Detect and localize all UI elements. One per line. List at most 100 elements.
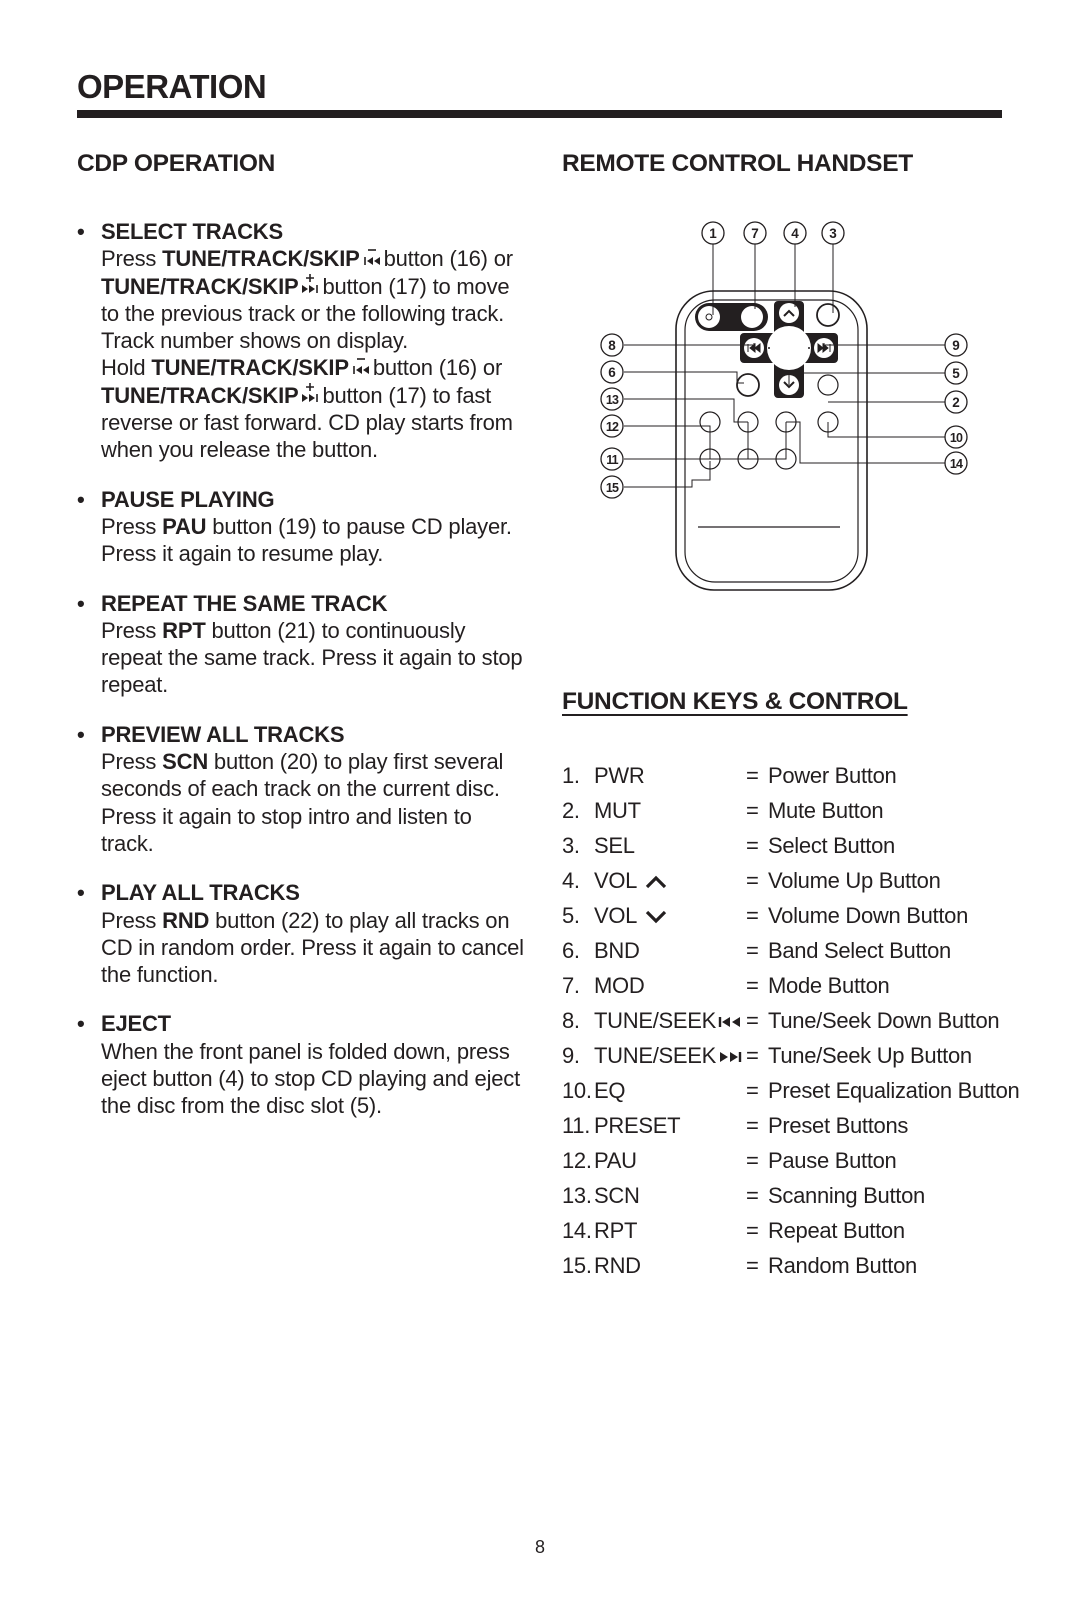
function-key-description: Volume Down Button xyxy=(768,902,969,928)
text-run: Press xyxy=(101,617,163,643)
cdp-item-text: Press TUNE/TRACK/SKIP button (16) or TUNE… xyxy=(101,245,527,354)
function-key-description: Preset Equalization Button xyxy=(768,1077,1020,1103)
callout-label: 3 xyxy=(829,226,837,241)
function-key-number: 2. xyxy=(562,797,580,823)
skip-back-minus-icon xyxy=(363,249,380,266)
mut-button xyxy=(817,374,839,396)
equals-sign: = xyxy=(746,1252,759,1278)
equals-sign: = xyxy=(746,1147,759,1173)
equals-sign: = xyxy=(746,1182,759,1208)
skip-back-icon xyxy=(718,1016,740,1027)
text-run: Press xyxy=(101,749,163,775)
cdp-item-heading: EJECT xyxy=(101,1011,171,1037)
callout-label: 13 xyxy=(606,393,619,407)
function-key-description: Mode Button xyxy=(768,972,890,998)
chevron-down-icon xyxy=(645,910,667,923)
dpad-center xyxy=(767,326,811,370)
equals-sign: = xyxy=(746,1112,759,1138)
function-key-code: MOD xyxy=(594,972,645,998)
function-key-description: Random Button xyxy=(768,1252,917,1278)
function-key-number: 4. xyxy=(562,867,580,893)
callout-label: 8 xyxy=(608,338,616,353)
cdp-operation-list: • SELECT TRACKS Press TUNE/TRACK/SKIP butto… xyxy=(77,218,527,1142)
equals-sign: = xyxy=(746,867,759,893)
function-key-number: 10. xyxy=(562,1077,592,1103)
function-key-number: 12. xyxy=(562,1147,592,1173)
function-key-description: Tune/Seek Up Button xyxy=(768,1042,972,1068)
callout-label: 11 xyxy=(606,453,618,467)
function-key-row: 2. MUT = Mute Button xyxy=(562,793,1042,828)
callout-13: 13 xyxy=(600,387,624,411)
bullet-icon: • xyxy=(77,1011,85,1037)
callout-14: 14 xyxy=(944,451,968,475)
function-key-row: 7. MOD = Mode Button xyxy=(562,968,1042,1003)
function-key-row: 4. VOL = Volume Up Button xyxy=(562,863,1042,898)
function-key-number: 8. xyxy=(562,1007,580,1033)
bullet-icon: • xyxy=(77,219,85,244)
function-key-row: 9. TUNE/SEEK = Tune/Seek Up Button xyxy=(562,1038,1042,1073)
function-key-row: 1. PWR = Power Button xyxy=(562,758,1042,793)
function-keys-title: FUNCTION KEYS & CONTROL xyxy=(562,688,908,715)
bnd-button xyxy=(736,373,760,397)
cdp-item: • PLAY ALL TRACKS Press RND button (22) to… xyxy=(77,879,527,988)
cdp-item-heading: PREVIEW ALL TRACKS xyxy=(101,721,345,747)
function-key-row: 13. SCN = Scanning Button xyxy=(562,1178,1042,1213)
cdp-item-text: Press PAU button (19) to pause CD player… xyxy=(101,513,527,568)
function-key-code: TUNE/SEEK xyxy=(594,1042,716,1068)
function-key-code: EQ xyxy=(594,1077,626,1103)
equals-sign: = xyxy=(746,1217,759,1243)
function-key-number: 11. xyxy=(562,1112,591,1138)
callout-label: 12 xyxy=(606,420,619,434)
bold-term: SCN xyxy=(162,749,209,775)
equals-sign: = xyxy=(746,762,759,788)
bullet-icon: • xyxy=(77,880,85,906)
function-key-description: Power Button xyxy=(768,762,897,788)
cdp-item: • EJECT When the front panel is folded dow… xyxy=(77,1010,527,1119)
function-keys-table: 1. PWR = Power Button 2. MUT = Mute Button 3. SEL… xyxy=(562,758,1042,1283)
function-key-code: SCN xyxy=(594,1182,640,1208)
callout-label: 1 xyxy=(709,226,717,241)
text-run: Press xyxy=(101,513,163,539)
text-run: Press xyxy=(101,907,163,933)
bold-term: TUNE/TRACK/SKIP xyxy=(151,355,349,381)
callout-label: 2 xyxy=(952,395,960,410)
callout-15: 15 xyxy=(600,475,624,499)
cdp-item-text: Press SCN button (20) to play first seve… xyxy=(101,748,527,803)
callout-9: 9 xyxy=(944,333,968,357)
function-key-code: MUT xyxy=(594,797,641,823)
function-key-description: Band Select Button xyxy=(768,937,951,963)
cdp-item-text: Press it again to stop intro and listen … xyxy=(101,803,527,858)
callout-label: 10 xyxy=(950,431,963,445)
function-key-row: 11. PRESET = Preset Buttons xyxy=(562,1108,1042,1143)
title-rule xyxy=(77,110,1002,118)
function-key-code: PAU xyxy=(594,1147,637,1173)
callout-1: 1 xyxy=(701,221,725,245)
callout-6: 6 xyxy=(600,360,624,384)
function-key-description: Tune/Seek Down Button xyxy=(768,1007,1000,1033)
callout-label: 9 xyxy=(952,338,960,353)
function-key-description: Select Button xyxy=(768,832,895,858)
cdp-item-heading: PAUSE PLAYING xyxy=(101,486,275,512)
function-key-description: Scanning Button xyxy=(768,1182,925,1208)
skip-forward-plus-icon xyxy=(302,273,319,293)
cdp-item-text: Hold TUNE/TRACK/SKIP button (16) or TUNE/… xyxy=(101,354,527,463)
dpad-dot-right xyxy=(808,347,810,349)
function-key-row: 14. RPT = Repeat Button xyxy=(562,1213,1042,1248)
bold-term: RPT xyxy=(162,617,206,643)
cdp-item: • PAUSE PLAYING Press PAU button (19) to p… xyxy=(77,486,527,568)
remote-control-diagram: 1 7 4 3 8 6 13 12 11 15 9 5 2 10 14 xyxy=(600,221,968,591)
function-key-number: 6. xyxy=(562,937,580,963)
equals-sign: = xyxy=(746,902,759,928)
function-key-code: VOL xyxy=(594,902,638,928)
sel-button xyxy=(816,303,840,327)
callout-5: 5 xyxy=(944,361,968,385)
function-key-row: 3. SEL = Select Button xyxy=(562,828,1042,863)
callout-label: 14 xyxy=(950,457,963,471)
function-key-row: 12. PAU = Pause Button xyxy=(562,1143,1042,1178)
function-key-description: Pause Button xyxy=(768,1147,897,1173)
equals-sign: = xyxy=(746,1042,759,1068)
equals-sign: = xyxy=(746,832,759,858)
function-key-code: RND xyxy=(594,1252,641,1278)
cdp-item-heading: PLAY ALL TRACKS xyxy=(101,880,300,906)
function-key-row: 5. VOL = Volume Down Button xyxy=(562,898,1042,933)
